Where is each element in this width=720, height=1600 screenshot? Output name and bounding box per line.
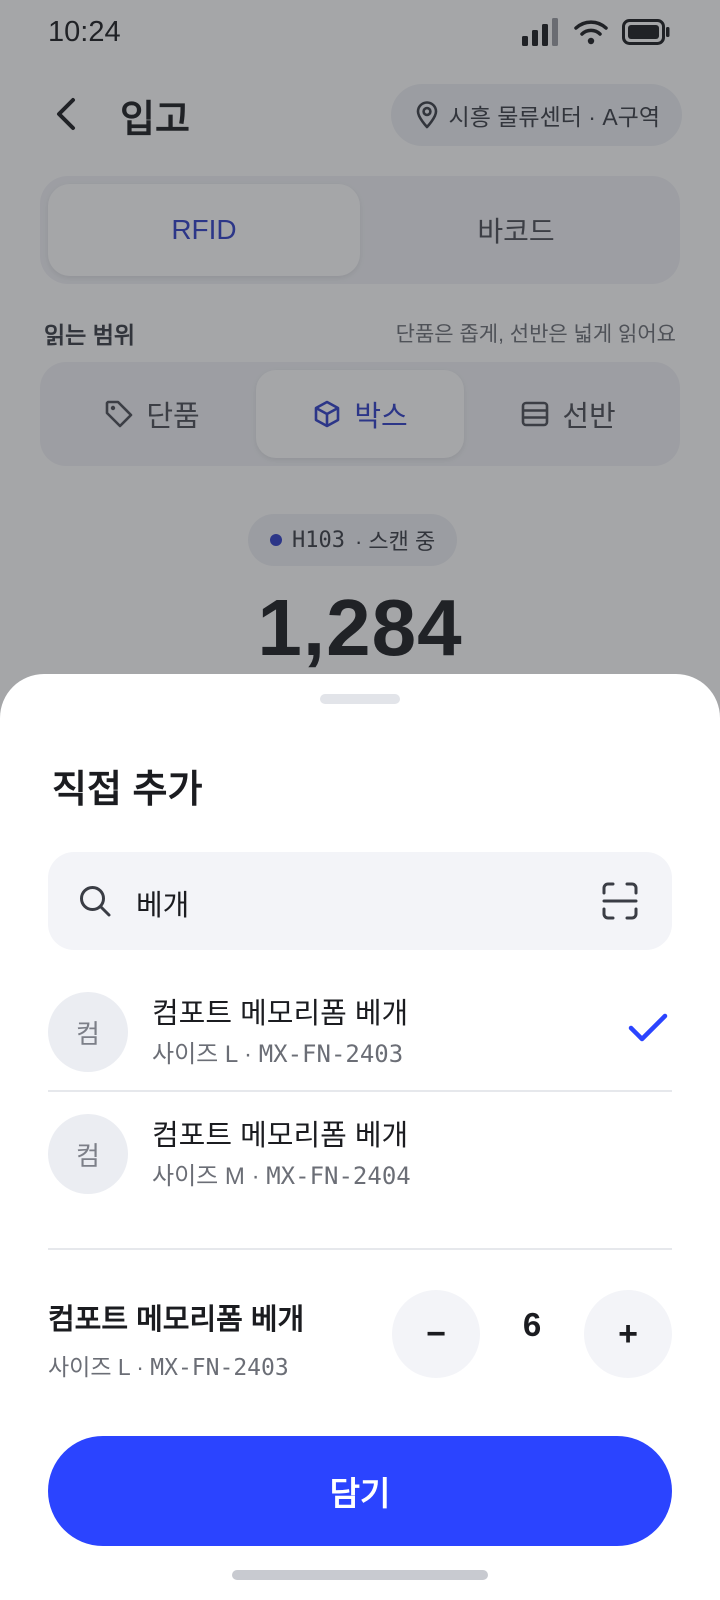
item-size: 사이즈 M · <box>152 1163 267 1190</box>
item-avatar: 컴 <box>48 1114 128 1194</box>
item-avatar: 컴 <box>48 992 128 1072</box>
selected-item-name: 컴포트 메모리폼 베개 <box>48 1304 305 1336</box>
item-sku: MX-FN-2404 <box>266 1162 411 1190</box>
search-input[interactable]: 베개 <box>136 882 189 924</box>
search-icon <box>80 886 111 917</box>
selected-item-sku: MX-FN-2403 <box>150 1355 289 1381</box>
item-meta: 사이즈 M · MX-FN-2404 <box>152 1156 411 1191</box>
quantity-decrease-button[interactable]: − <box>392 1290 480 1378</box>
home-indicator <box>232 1570 488 1580</box>
search-field[interactable]: 베개 <box>48 852 672 950</box>
add-to-cart-button[interactable]: 담기 <box>48 1436 672 1546</box>
quantity-increase-button[interactable]: + <box>584 1290 672 1378</box>
item-name: 컴포트 메모리폼 베개 <box>152 1120 409 1152</box>
check-icon <box>628 1013 668 1042</box>
manual-add-sheet: 직접 추가 베개 컴 컴포트 메모리폼 베개 사이즈 L · MX-FN-240… <box>0 674 720 1600</box>
selected-item-meta: 사이즈 L · MX-FN-2403 <box>48 1348 388 1382</box>
selected-item-size: 사이즈 L · <box>48 1354 151 1380</box>
divider <box>48 1248 672 1250</box>
sheet-title: 직접 추가 <box>52 769 203 811</box>
search-result-item[interactable]: 컴 컴포트 메모리폼 베개 사이즈 L · MX-FN-2403 <box>48 970 672 1092</box>
item-size: 사이즈 L · <box>152 1041 259 1068</box>
search-result-item[interactable]: 컴 컴포트 메모리폼 베개 사이즈 M · MX-FN-2404 <box>48 1092 672 1214</box>
selected-item-summary: 컴포트 메모리폼 베개 사이즈 L · MX-FN-2403 <box>48 1296 388 1382</box>
quantity-value: 6 <box>522 1306 542 1343</box>
barcode-scan-icon[interactable] <box>602 882 638 920</box>
sheet-grabber[interactable] <box>320 694 400 704</box>
item-name: 컴포트 메모리폼 베개 <box>152 998 409 1030</box>
item-meta: 사이즈 L · MX-FN-2403 <box>152 1034 403 1069</box>
item-sku: MX-FN-2403 <box>258 1040 404 1068</box>
